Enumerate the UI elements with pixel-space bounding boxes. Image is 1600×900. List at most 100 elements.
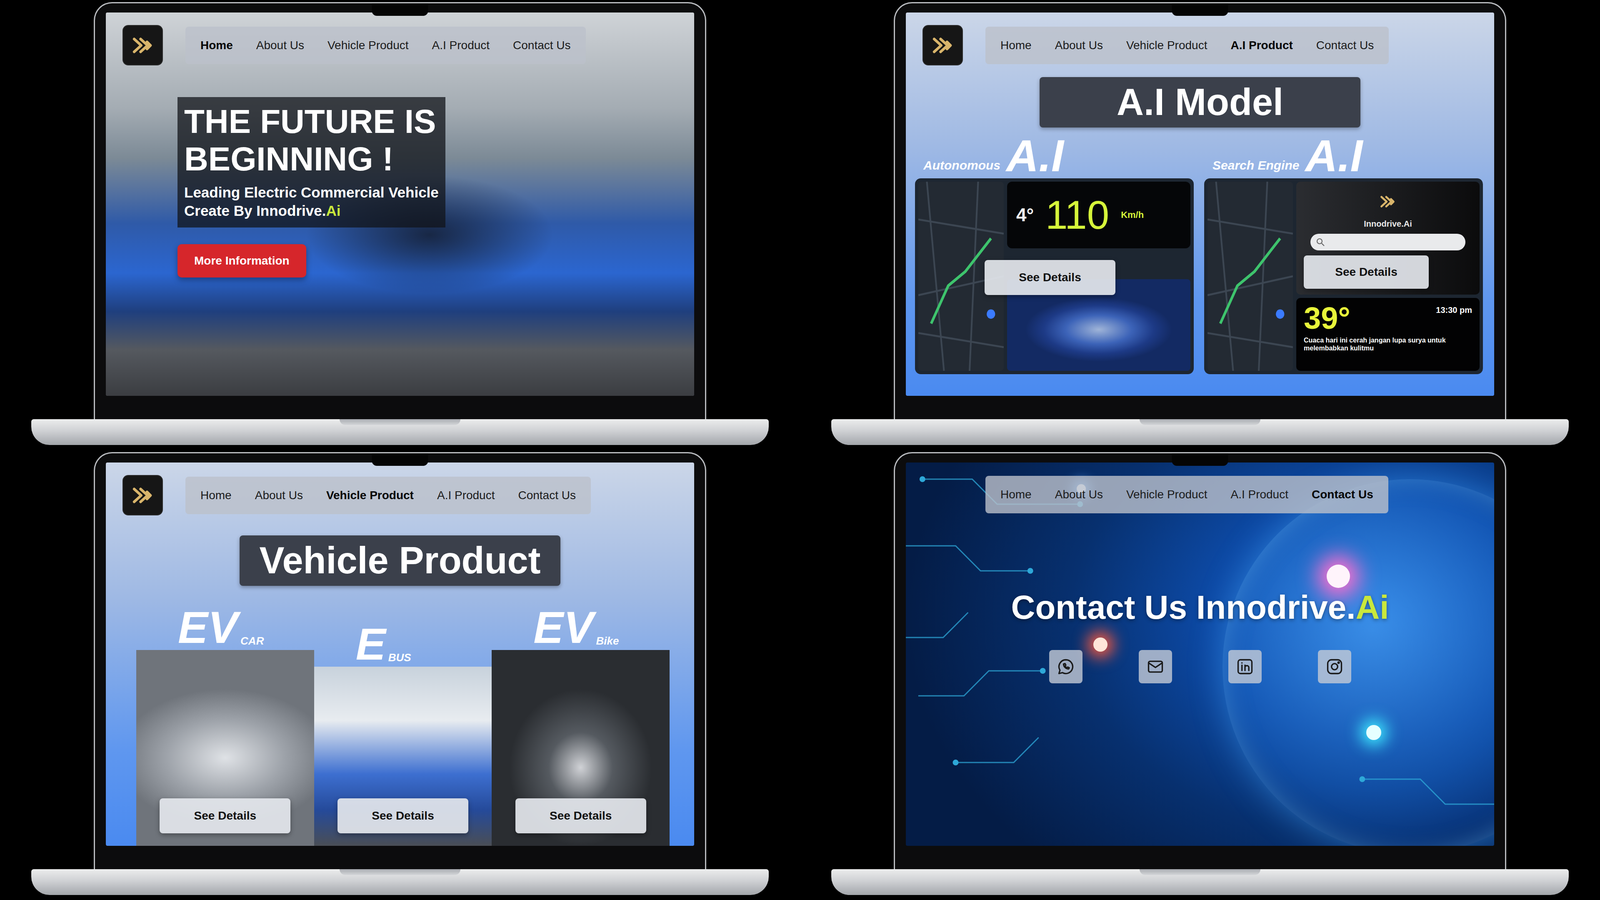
nav-item[interactable]: Vehicle Product <box>1126 487 1208 502</box>
laptop-mockup: Home About Us Vehicle Product A.I Product Co… <box>800 450 1600 900</box>
laptop-lid: Home About Us Vehicle Product A.I Product Co… <box>893 452 1507 870</box>
nav-item[interactable]: Home <box>200 488 232 503</box>
nav-bar: Home About Us Vehicle Product A.I Product Co… <box>985 475 1389 514</box>
ai-product: AutonomousA.I4°110Km/h See Details <box>915 133 1194 375</box>
weather-panel: 39°13:30 pmCuaca hari ini cerah jangan l… <box>1296 297 1480 371</box>
see-details-button[interactable]: See Details <box>515 798 647 834</box>
instagram-icon[interactable] <box>1317 650 1352 684</box>
social-links <box>1049 650 1352 684</box>
website-screen: Home About Us Vehicle Product A.I Product Co… <box>905 12 1495 396</box>
glow-dot <box>1093 637 1108 652</box>
mail-icon[interactable] <box>1138 650 1173 684</box>
vehicle-product: EVCARSee Details <box>136 605 315 846</box>
nav-item[interactable]: Vehicle Product <box>1126 38 1208 53</box>
innodrive-logo-icon <box>1375 189 1401 215</box>
glow-dot <box>1366 725 1382 740</box>
section-title: Vehicle Product <box>239 535 561 586</box>
search-icon <box>1315 237 1326 248</box>
nav-item[interactable]: Contact Us <box>1316 38 1375 53</box>
headline: THE FUTURE ISBEGINNING ! <box>184 102 439 178</box>
nav-item[interactable]: A.I Product <box>1230 38 1293 53</box>
laptop-lid: Home About Us Vehicle Product A.I Product Co… <box>93 452 707 870</box>
nav-item[interactable]: A.I Product <box>437 488 495 503</box>
speed-gauge: 4°110Km/h <box>1007 181 1191 249</box>
top-bar: Home About Us Vehicle Product A.I Product Co… <box>105 12 695 65</box>
laptop-base <box>31 869 769 895</box>
see-details-button[interactable]: See Details <box>159 798 291 834</box>
map-screenshot <box>1207 181 1293 371</box>
laptop-lid: Home About Us Vehicle Product A.I Product Co… <box>893 2 1507 420</box>
nav-item[interactable]: About Us <box>1055 38 1103 53</box>
circuit-lines-icon <box>905 462 1495 846</box>
nav-item[interactable]: About Us <box>255 488 303 503</box>
whatsapp-icon[interactable] <box>1049 650 1083 684</box>
nav-item[interactable]: A.I Product <box>1230 487 1289 502</box>
ai-product: Search EngineA.IInnodrive.AiSee Details3… <box>1204 133 1483 375</box>
ai-card[interactable]: Innodrive.Ai See Details 39°13:30 pmCuaca … <box>1204 178 1483 375</box>
brand-name: Innodrive.Ai <box>1363 219 1413 229</box>
subtitle: Leading Electric Commercial VehicleCreat… <box>184 183 439 220</box>
nav-item[interactable]: Vehicle Product <box>326 488 414 503</box>
nav-bar: Home About Us Vehicle Product A.I Product Co… <box>985 26 1389 65</box>
nav-item[interactable]: Vehicle Product <box>327 38 409 53</box>
see-details-button[interactable]: See Details <box>984 260 1116 295</box>
glow-dot <box>1326 564 1350 588</box>
camera-notch <box>1172 453 1229 466</box>
laptop-base <box>831 869 1569 895</box>
hero: THE FUTURE ISBEGINNING ! Leading Electric… <box>177 97 695 278</box>
top-bar: Home About Us Vehicle Product A.I Product Co… <box>905 12 1495 65</box>
ai-card[interactable]: 4°110Km/h See Details <box>915 178 1194 375</box>
see-details-button[interactable]: See Details <box>337 798 469 834</box>
vehicle-caption: EVBike <box>491 605 670 650</box>
vehicle-photo[interactable]: See Details <box>314 666 493 846</box>
nav-item[interactable]: A.I Product <box>432 38 490 53</box>
camera-notch <box>372 3 429 16</box>
nav-item[interactable]: Contact Us <box>512 38 571 53</box>
more-information-button[interactable]: More Information <box>177 244 307 278</box>
linkedin-icon[interactable] <box>1228 650 1262 684</box>
base-notch <box>1139 419 1261 425</box>
search-panel: Innodrive.Ai See Details <box>1296 181 1480 295</box>
nav-item[interactable]: Home <box>200 38 233 53</box>
nav-item[interactable]: About Us <box>1055 487 1103 502</box>
vehicle-product: EVBike See Details <box>491 605 670 846</box>
top-bar: Home About Us Vehicle Product A.I Product Co… <box>105 462 695 515</box>
search-screenshot: Innodrive.Ai See Details 39°13:30 pmCuaca … <box>1296 181 1480 371</box>
contact-title: Contact Us Innodrive.Ai <box>1011 588 1390 627</box>
vehicle-photo[interactable]: See Details <box>491 650 670 846</box>
section-title: A.I Model <box>1039 77 1361 128</box>
nav-item[interactable]: Home <box>1000 487 1032 502</box>
top-bar: Home About Us Vehicle Product A.I Product Co… <box>905 462 1495 514</box>
vehicle-product: EBUSSee Details <box>314 621 493 846</box>
camera-notch <box>1172 3 1229 16</box>
innodrive-logo-icon[interactable] <box>123 475 163 515</box>
laptop-mockup: Home About Us Vehicle Product A.I Product Co… <box>0 0 800 450</box>
camera-notch <box>372 453 429 466</box>
nav-item[interactable]: Home <box>1000 38 1032 53</box>
innodrive-logo-icon[interactable] <box>123 25 163 65</box>
search-field[interactable] <box>1310 233 1466 251</box>
website-screen: Home About Us Vehicle Product A.I Product Co… <box>105 12 695 396</box>
laptop-mockup: Home About Us Vehicle Product A.I Product Co… <box>0 450 800 900</box>
nav-item[interactable]: Contact Us <box>517 488 576 503</box>
globe-graphic <box>1222 479 1495 846</box>
see-details-button[interactable]: See Details <box>1303 255 1429 289</box>
contact-section: Contact Us Innodrive.Ai <box>905 513 1495 684</box>
vehicle-card-row: EVCARSee DetailsEBUSSee DetailsEVBike See… <box>105 605 695 846</box>
vehicle-photo[interactable]: See Details <box>136 650 315 846</box>
showcase: Home About Us Vehicle Product A.I Product Co… <box>0 0 1600 900</box>
base-notch <box>339 869 461 875</box>
base-notch <box>1139 869 1261 875</box>
nav-item[interactable]: Contact Us <box>1311 487 1374 502</box>
ai-section: A.I Model AutonomousA.I4°110Km/h See Detai… <box>905 64 1495 396</box>
laptop-base <box>831 419 1569 445</box>
innodrive-logo-icon[interactable] <box>923 25 963 65</box>
hero-box: THE FUTURE ISBEGINNING ! Leading Electric… <box>177 97 446 228</box>
laptop-lid: Home About Us Vehicle Product A.I Product Co… <box>93 2 707 420</box>
base-notch <box>339 419 461 425</box>
ai-caption: AutonomousA.I <box>915 133 1194 179</box>
nav-item[interactable]: About Us <box>256 38 305 53</box>
website-screen: Home About Us Vehicle Product A.I Product Co… <box>905 462 1495 846</box>
ai-card-row: AutonomousA.I4°110Km/hSee DetailsSearch … <box>905 133 1495 375</box>
website-screen: Home About Us Vehicle Product A.I Product Co… <box>105 462 695 846</box>
